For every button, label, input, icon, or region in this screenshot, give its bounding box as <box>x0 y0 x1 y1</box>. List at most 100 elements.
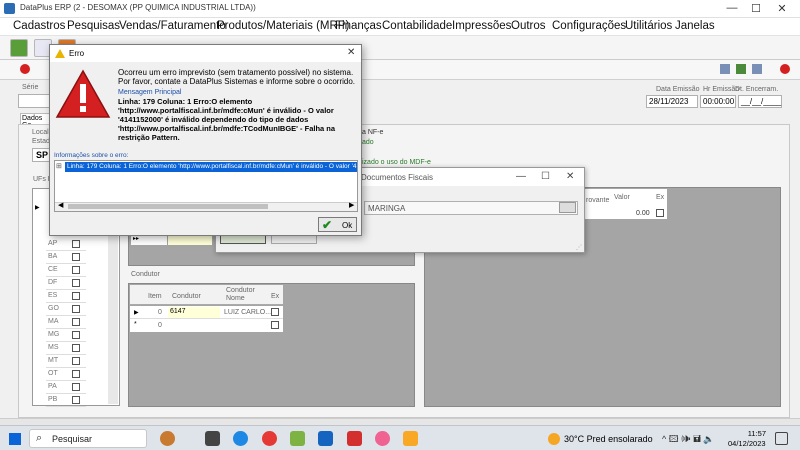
city-field[interactable]: MARINGA <box>364 201 578 215</box>
weather-text[interactable]: 30°C Pred ensolarado <box>564 434 653 444</box>
ok-button[interactable]: ✔ Ok <box>318 217 357 232</box>
uf-checkbox[interactable] <box>72 318 80 326</box>
close-form-icon[interactable] <box>780 64 790 74</box>
clock-time[interactable]: 11:57 <box>738 429 766 438</box>
menu-utilitarios[interactable]: Utilitários <box>625 20 672 32</box>
maximize-button[interactable]: ☐ <box>746 2 766 16</box>
nfe-status: ado <box>362 139 374 146</box>
uf-code: MG <box>48 331 60 338</box>
menu-contabilidade[interactable]: Contabilidade <box>382 20 452 32</box>
horizontal-scrollbar[interactable] <box>0 418 800 425</box>
uf-checkbox[interactable] <box>72 357 80 365</box>
app-v-icon[interactable] <box>290 431 305 446</box>
cancel-icon[interactable] <box>20 64 30 74</box>
main-message-line: Linha: 179 Coluna: 1 Erro:O elemento <box>118 97 253 106</box>
dataplus-icon[interactable] <box>375 431 390 446</box>
condutor-ex-checkbox[interactable] <box>271 308 279 316</box>
acrobat-icon[interactable] <box>347 431 362 446</box>
data-emissao-field[interactable]: 28/11/2023 <box>646 95 698 108</box>
tool-icon[interactable] <box>10 39 28 57</box>
condutor-name-cell: LUIZ CARLO... <box>224 309 272 316</box>
edge-icon[interactable] <box>233 431 248 446</box>
menu-configuracoes[interactable]: Configurações <box>552 20 626 32</box>
condutor-item: 0 <box>158 309 162 316</box>
col-item: Item <box>148 293 162 300</box>
uf-checkbox[interactable] <box>72 396 80 404</box>
dt-encerram-field[interactable]: __/__/____ <box>738 95 782 108</box>
menu-vendas[interactable]: Vendas/Faturamento <box>119 20 226 32</box>
menu-cadastros[interactable]: Cadastros <box>13 20 65 32</box>
main-message-line: '4141152000' é inválido dependendo do ti… <box>118 115 309 124</box>
condutor-code-cell[interactable]: 6147 <box>168 307 220 318</box>
menu-bar: Cadastros Pesquisas Vendas/Faturamento P… <box>0 18 800 36</box>
uf-checkbox[interactable] <box>72 266 80 274</box>
valor-cell: 0.00 <box>636 210 650 217</box>
search-city-icon[interactable] <box>559 202 576 213</box>
error-dialog-title-bar <box>50 45 361 62</box>
menu-financas[interactable]: Finanças <box>335 20 382 32</box>
resize-grip-icon[interactable]: ⋰ <box>576 244 582 251</box>
notification-icon[interactable] <box>775 432 788 445</box>
uf-checkbox[interactable] <box>72 292 80 300</box>
close-button[interactable]: ✕ <box>772 2 792 16</box>
new-row-icon: * <box>134 321 137 328</box>
error-info-item[interactable]: Linha: 179 Coluna: 1 Erro:O elemento 'ht… <box>65 162 357 172</box>
chrome-icon[interactable] <box>262 431 277 446</box>
uf-row: DF <box>46 277 86 290</box>
estado-label: Estad <box>32 138 50 145</box>
scroll-thumb[interactable] <box>68 204 268 209</box>
minimize-button[interactable]: — <box>722 2 742 16</box>
uf-row: CE <box>46 264 86 277</box>
nfe-label: a NF-e <box>362 129 384 136</box>
serie-input[interactable] <box>18 94 53 108</box>
mail-icon[interactable] <box>318 431 333 446</box>
uf-row: OT <box>46 368 86 381</box>
uf-checkbox[interactable] <box>72 253 80 261</box>
print-icon[interactable] <box>720 64 730 74</box>
windows-start-icon[interactable] <box>9 433 21 445</box>
uf-checkbox[interactable] <box>72 383 80 391</box>
hr-emissao-label: Hr Emissão <box>703 86 740 93</box>
condutor-ex-checkbox[interactable] <box>271 321 279 329</box>
weather-icon[interactable] <box>548 433 560 445</box>
expand-icon[interactable]: ⊞ <box>56 162 62 170</box>
condutor-new-row[interactable] <box>130 319 283 332</box>
uf-code: AP <box>48 240 58 247</box>
uf-checkbox[interactable] <box>72 279 80 287</box>
tray-icons[interactable]: ^ 🖾 🕪 🖬 🔈 <box>662 432 715 448</box>
error-close-button[interactable]: ✕ <box>347 47 355 58</box>
refresh-icon[interactable] <box>736 64 746 74</box>
uf-checkbox[interactable] <box>72 240 80 248</box>
menu-produtos[interactable]: Produtos/Materiais (MRP) <box>217 20 349 32</box>
clock-date[interactable]: 04/12/2023 <box>728 439 766 448</box>
uf-code: OT <box>48 370 58 377</box>
uf-checkbox[interactable] <box>72 305 80 313</box>
uf-code: MA <box>48 318 59 325</box>
uf-code: DF <box>48 279 58 286</box>
uf-code: BA <box>48 253 58 260</box>
local-label: Local <box>32 129 49 136</box>
uf-checkbox[interactable] <box>72 331 80 339</box>
uf-checkbox[interactable] <box>72 370 80 378</box>
docs-ex-checkbox[interactable] <box>656 209 664 217</box>
hr-emissao-field[interactable]: 00:00:00 <box>700 95 736 108</box>
menu-janelas[interactable]: Janelas <box>675 20 715 32</box>
docs-minimize-button[interactable]: — <box>516 171 526 182</box>
uf-row: BA <box>46 251 86 264</box>
export-icon[interactable] <box>752 64 762 74</box>
uf-row: AP <box>46 238 86 251</box>
task-view-icon[interactable] <box>205 431 220 446</box>
scroll-right-icon[interactable]: ▶ <box>349 201 354 209</box>
docs-maximize-button[interactable]: ☐ <box>541 171 550 182</box>
docs-close-button[interactable]: ✕ <box>566 171 574 182</box>
menu-impressoes[interactable]: Impressões <box>452 20 511 32</box>
uf-checkbox[interactable] <box>72 344 80 352</box>
menu-outros[interactable]: Outros <box>511 20 546 32</box>
scroll-left-icon[interactable]: ◀ <box>58 201 63 209</box>
uf-row: MA <box>46 316 86 329</box>
dt-encerram-label: Dt. Encerram. <box>735 86 779 93</box>
widget-icon[interactable] <box>160 431 175 446</box>
menu-pesquisas[interactable]: Pesquisas <box>67 20 120 32</box>
file-explorer-icon[interactable] <box>403 431 418 446</box>
uf-code: CE <box>48 266 58 273</box>
